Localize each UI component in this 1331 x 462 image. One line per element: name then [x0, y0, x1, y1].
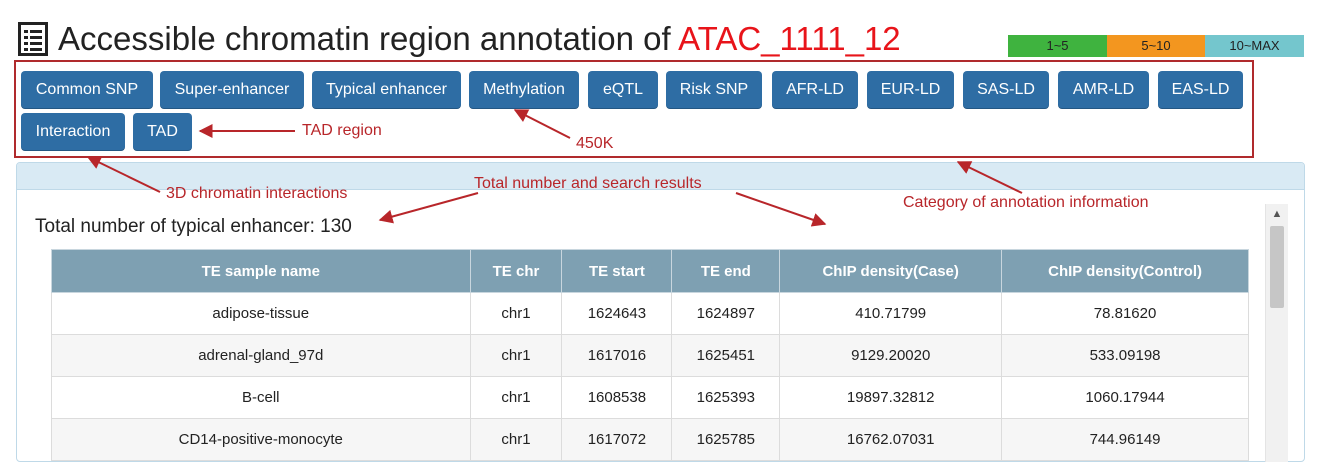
eas-ld-button[interactable]: EAS-LD — [1158, 71, 1243, 109]
legend-item-mid: 5~10 — [1107, 35, 1205, 57]
table-cell: chr1 — [469, 376, 563, 419]
table-cell: 78.81620 — [1001, 292, 1249, 335]
column-header[interactable]: TE end — [671, 249, 781, 293]
table-cell: 16762.07031 — [779, 418, 1003, 461]
legend-item-high: 10~MAX — [1205, 35, 1304, 57]
table-cell: 410.71799 — [779, 292, 1003, 335]
table-cell: chr1 — [469, 334, 563, 377]
column-header[interactable]: TE sample name — [51, 249, 471, 293]
table-row: adrenal-gland_97d chr1 1617016 1625451 9… — [51, 334, 1249, 377]
total-count-label: Total number of typical enhancer: 130 — [35, 216, 352, 237]
sas-ld-button[interactable]: SAS-LD — [963, 71, 1049, 109]
table-cell: 533.09198 — [1001, 334, 1249, 377]
table-cell: adipose-tissue — [51, 292, 471, 335]
table-cell: 1625451 — [671, 334, 781, 377]
table-cell: 1625785 — [671, 418, 781, 461]
scroll-thumb[interactable] — [1270, 226, 1284, 308]
risk-snp-button[interactable]: Risk SNP — [666, 71, 762, 109]
table-cell: 19897.32812 — [779, 376, 1003, 419]
category-annotation: Category of annotation information — [903, 194, 1149, 211]
table-cell: 1625393 — [671, 376, 781, 419]
k450-annotation: 450K — [576, 135, 614, 152]
amr-ld-button[interactable]: AMR-LD — [1058, 71, 1149, 109]
table-cell: 1060.17944 — [1001, 376, 1249, 419]
title-id: ATAC_1111_12 — [678, 20, 901, 57]
list-icon — [18, 22, 48, 56]
vertical-scrollbar[interactable]: ▲ — [1265, 204, 1288, 462]
column-header[interactable]: TE chr — [469, 249, 563, 293]
table-cell: 744.96149 — [1001, 418, 1249, 461]
table-cell: 9129.20020 — [779, 334, 1003, 377]
density-legend: 1~5 5~10 10~MAX — [1008, 35, 1304, 57]
tad-button[interactable]: TAD — [133, 113, 192, 151]
table-row: CD14-positive-monocyte chr1 1617072 1625… — [51, 418, 1249, 461]
table-cell: B-cell — [51, 376, 471, 419]
table-cell: 1608538 — [561, 376, 673, 419]
table-cell: chr1 — [469, 418, 563, 461]
results-table: TE sample name TE chr TE start TE end Ch… — [51, 249, 1249, 461]
table-cell: 1624897 — [671, 292, 781, 335]
column-header[interactable]: TE start — [561, 249, 673, 293]
title-prefix: Accessible chromatin region annotation o… — [58, 20, 671, 57]
column-header[interactable]: ChIP density(Case) — [779, 249, 1003, 293]
super-enhancer-button[interactable]: Super-enhancer — [160, 71, 304, 109]
table-cell: adrenal-gland_97d — [51, 334, 471, 377]
table-cell: 1617072 — [561, 418, 673, 461]
table-cell: 1624643 — [561, 292, 673, 335]
table-cell: CD14-positive-monocyte — [51, 418, 471, 461]
column-header[interactable]: ChIP density(Control) — [1001, 249, 1249, 293]
chevron-up-icon[interactable]: ▲ — [1266, 204, 1288, 224]
table-row: B-cell chr1 1608538 1625393 19897.32812 … — [51, 376, 1249, 419]
afr-ld-button[interactable]: AFR-LD — [772, 71, 858, 109]
eur-ld-button[interactable]: EUR-LD — [867, 71, 954, 109]
common-snp-button[interactable]: Common SNP — [21, 71, 153, 109]
table-cell: chr1 — [469, 292, 563, 335]
eqtl-button[interactable]: eQTL — [588, 71, 658, 109]
interaction-button[interactable]: Interaction — [21, 113, 125, 151]
typical-enhancer-button[interactable]: Typical enhancer — [312, 71, 461, 109]
table-row: adipose-tissue chr1 1624643 1624897 410.… — [51, 292, 1249, 335]
total-results-annotation: Total number and search results — [474, 175, 702, 192]
table-cell: 1617016 — [561, 334, 673, 377]
interactions-annotation: 3D chromatin interactions — [166, 185, 348, 202]
tad-region-annotation: TAD region — [302, 122, 382, 139]
table-header-row: TE sample name TE chr TE start TE end Ch… — [51, 249, 1249, 293]
title-text: Accessible chromatin region annotation o… — [58, 20, 901, 58]
methylation-button[interactable]: Methylation — [469, 71, 579, 109]
legend-item-low: 1~5 — [1008, 35, 1107, 57]
page-title: Accessible chromatin region annotation o… — [18, 16, 901, 62]
